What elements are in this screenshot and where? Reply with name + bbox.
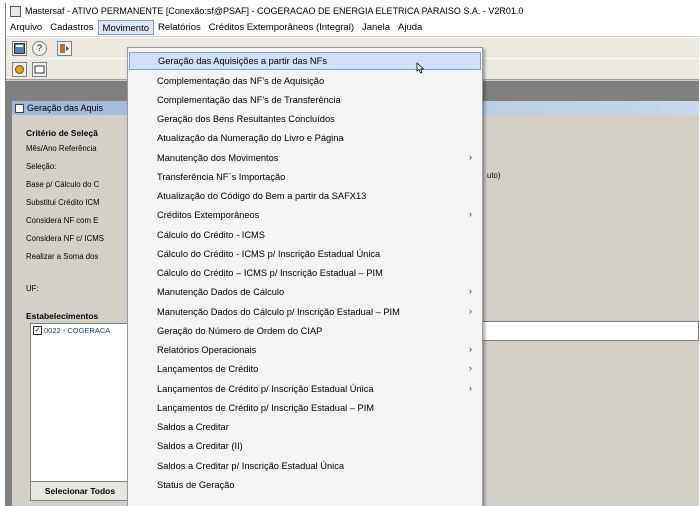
calculation-base-label: Base p/ Cálculo do C	[26, 180, 100, 189]
menu-item-atualizacao-codigo-bem[interactable]: Atualização do Código do Bem a partir da…	[129, 187, 481, 205]
menu-item-calculo-credito-icms[interactable]: Cálculo do Crédito - ICMS	[129, 226, 481, 244]
menu-item-manutencao-dados-calculo[interactable]: Manutenção Dados de Cálculo ›	[129, 283, 481, 301]
help-icon[interactable]: ?	[32, 40, 47, 56]
menu-item-lancamentos-credito[interactable]: Lançamentos de Crédito ›	[129, 360, 481, 378]
menu-item-geracao-numero-ciap[interactable]: Geração do Número de Ordem do CIAP	[129, 322, 481, 340]
menu-item-geracao-bens[interactable]: Geração dos Bens Resultantes Concluídos	[129, 110, 481, 128]
menu-item-manutencao-movimentos[interactable]: Manutenção dos Movimentos ›	[129, 149, 481, 167]
replace-credit-label: Substitui Crédito ICM	[26, 198, 100, 207]
right-fragment-label: uto)	[487, 171, 501, 180]
menu-item-calculo-credito-pim[interactable]: Cálculo do Crédito – ICMS p/ Inscrição E…	[129, 264, 481, 282]
menu-item-saldos-creditar-ii[interactable]: Saldos a Creditar (II)	[129, 437, 481, 455]
menu-movimento[interactable]: Movimento	[97, 20, 154, 35]
menu-creditos-extemporaneos[interactable]: Créditos Extemporâneos (Integral)	[205, 20, 358, 35]
selection-label: Seleção:	[26, 162, 57, 171]
menu-cadastros[interactable]: Cadastros	[46, 20, 97, 35]
checkbox-icon[interactable]: ✓	[33, 326, 42, 335]
establishments-heading: Estabelecimentos	[26, 311, 99, 321]
criteria-heading: Critério de Seleçã	[26, 128, 98, 138]
menu-item-atualizacao-livro[interactable]: Atualização da Numeração do Livro e Pági…	[129, 129, 481, 147]
menu-item-geracao-aquisicoes[interactable]: Geração das Aquisições a partir das NFs	[129, 52, 481, 70]
consider-nf-label: Considera NF com E	[26, 216, 99, 225]
reference-month-label: Mês/Ano Referência	[26, 144, 97, 153]
submenu-arrow-icon: ›	[469, 152, 472, 162]
menu-ajuda[interactable]: Ajuda	[394, 20, 426, 35]
child-window-title: Geração das Aquis	[27, 103, 104, 113]
menu-item-complementacao-aquisicao[interactable]: Complementação das NF's de Aquisição	[129, 72, 481, 90]
menu-item-complementacao-transferencia[interactable]: Complementação das NF's de Transferência	[129, 91, 481, 109]
submenu-arrow-icon: ›	[469, 363, 472, 373]
establishments-list[interactable]: ✓ 0022 - COGERACA	[30, 323, 130, 488]
title-bar: Mastersaf - ATIVO PERMANENTE [Conexão:sf…	[6, 3, 699, 19]
menu-item-transferencia-importacao[interactable]: Transferência NF´s Importação	[129, 168, 481, 186]
menu-arquivo[interactable]: Arquivo	[6, 20, 46, 35]
calculator-icon[interactable]	[12, 40, 27, 56]
select-all-button[interactable]: Selecionar Todos	[30, 481, 130, 501]
menu-item-creditos-extemporaneos[interactable]: Créditos Extemporâneos ›	[129, 206, 481, 224]
menu-bar: Arquivo Cadastros Movimento Relatórios C…	[6, 19, 699, 36]
menu-item-saldos-creditar[interactable]: Saldos a Creditar	[129, 418, 481, 436]
submenu-arrow-icon: ›	[469, 209, 472, 219]
menu-relatorios[interactable]: Relatórios	[154, 20, 205, 35]
submenu-arrow-icon: ›	[469, 286, 472, 296]
menu-item-lancamentos-credito-pim[interactable]: Lançamentos de Crédito p/ Inscrição Esta…	[129, 399, 481, 417]
refresh-icon[interactable]	[12, 61, 27, 77]
consider-nf-icms-label: Considera NF c/ ICMS	[26, 234, 104, 243]
establishment-label: 0022 - COGERACA	[44, 326, 111, 335]
uf-label: UF:	[26, 284, 39, 293]
sum-label: Realizar a Soma dos	[26, 252, 99, 261]
submenu-arrow-icon: ›	[469, 344, 472, 354]
menu-item-manutencao-dados-pim[interactable]: Manutenção Dados do Cálculo p/ Inscrição…	[129, 303, 481, 321]
mouse-cursor-icon	[416, 62, 425, 74]
application-window: Mastersaf - ATIVO PERMANENTE [Conexão:sf…	[5, 3, 699, 506]
window-icon[interactable]	[32, 61, 47, 77]
child-window-icon	[15, 103, 24, 113]
window-title: Mastersaf - ATIVO PERMANENTE [Conexão:sf…	[25, 6, 524, 16]
list-item[interactable]: ✓ 0022 - COGERACA	[31, 324, 129, 337]
menu-item-relatorios-operacionais[interactable]: Relatórios Operacionais ›	[129, 341, 481, 359]
menu-item-status-geracao[interactable]: Status de Geração	[129, 476, 481, 494]
menu-item-lancamentos-credito-ie-unica[interactable]: Lançamentos de Crédito p/ Inscrição Esta…	[129, 380, 481, 398]
exit-icon[interactable]	[57, 40, 72, 56]
menu-item-calculo-credito-ie-unica[interactable]: Cálculo do Crédito - ICMS p/ Inscrição E…	[129, 245, 481, 263]
app-icon	[10, 5, 21, 17]
menu-item-saldos-creditar-ie-unica[interactable]: Saldos a Creditar p/ Inscrição Estadual …	[129, 457, 481, 475]
menu-janela[interactable]: Janela	[358, 20, 394, 35]
submenu-arrow-icon: ›	[469, 306, 472, 316]
movimento-dropdown-menu: Geração das Aquisições a partir das NFs …	[127, 47, 483, 506]
submenu-arrow-icon: ›	[469, 383, 472, 393]
